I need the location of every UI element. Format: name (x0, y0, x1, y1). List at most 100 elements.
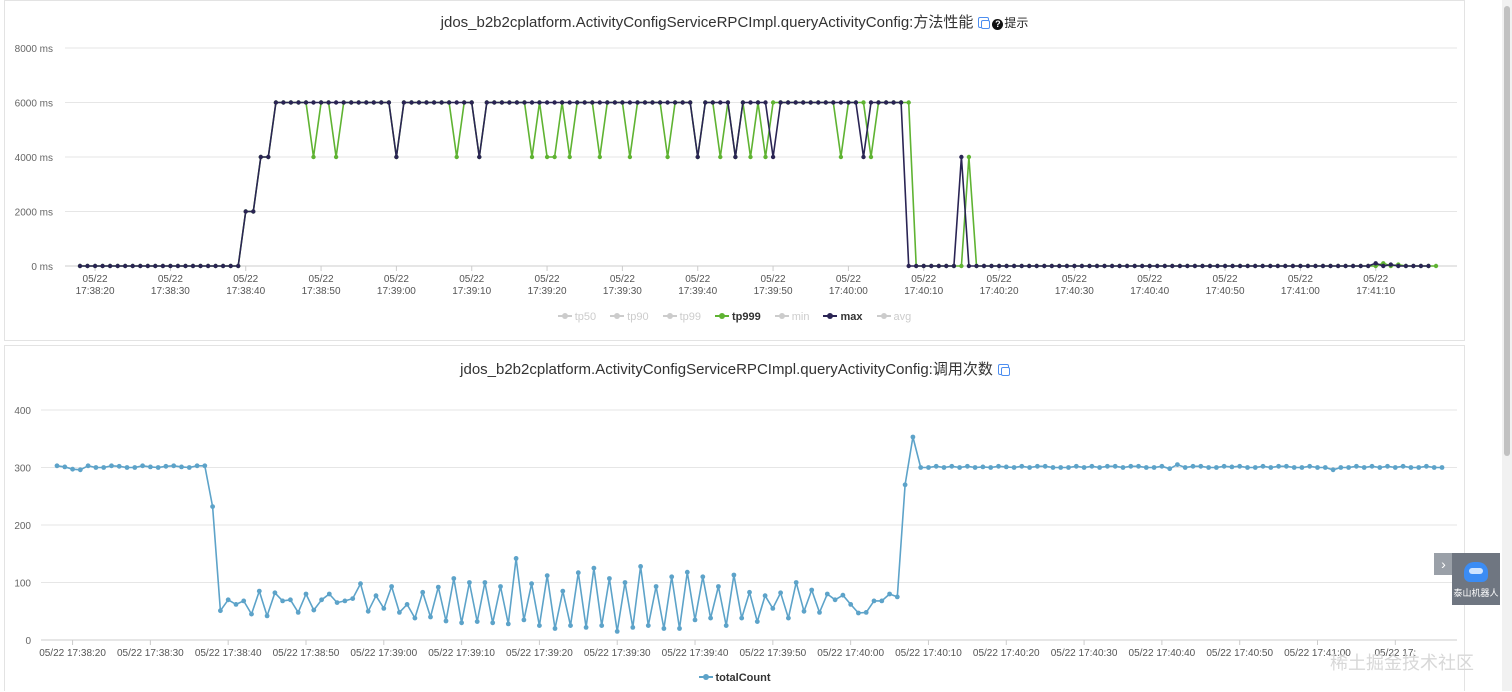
data-point-max (1313, 263, 1318, 269)
data-point-totalCount (521, 617, 527, 623)
x-tick-label: 05/22 17:38:20 (39, 648, 106, 659)
legend-item-totalCount[interactable]: totalCount (698, 672, 770, 684)
data-point-max (1320, 263, 1326, 269)
data-point-totalCount (1042, 463, 1048, 469)
data-point-totalCount (591, 565, 597, 571)
series-line-totalCount (56, 436, 1442, 633)
collapse-arrow-button[interactable]: › (1434, 553, 1453, 575)
data-point-tp999 (861, 100, 866, 105)
data-point-max (484, 100, 489, 105)
data-point-totalCount (218, 608, 223, 614)
data-point-totalCount (840, 592, 846, 598)
legend-item-max[interactable]: max (823, 311, 863, 323)
data-point-max (1268, 263, 1273, 269)
scrollbar-thumb[interactable] (1504, 6, 1510, 456)
data-point-max (575, 100, 580, 105)
data-point-totalCount (887, 591, 892, 597)
data-point-totalCount (163, 463, 169, 469)
legend-item-tp999[interactable]: tp999 (715, 311, 761, 323)
data-point-tp999 (552, 154, 557, 160)
data-point-max (1245, 263, 1250, 269)
x-tick-label: 05/22 17:38:50 (302, 274, 341, 297)
data-point-max (695, 154, 700, 160)
robot-assistant-button[interactable]: 泰山机器人 (1452, 553, 1500, 605)
legend-item-tp90[interactable]: tp90 (610, 311, 649, 323)
data-point-max (190, 263, 196, 269)
data-point-max (936, 263, 941, 269)
data-point-max (944, 263, 949, 269)
data-point-max (77, 263, 83, 269)
data-point-max (778, 100, 783, 105)
data-point-max (364, 100, 369, 105)
data-point-max (529, 100, 535, 105)
data-point-max (1094, 263, 1100, 269)
data-point-totalCount (638, 564, 643, 569)
data-point-max (356, 100, 361, 105)
y-tick-label: 400 (14, 406, 31, 417)
x-tick-label: 05/22 17:38:40 (195, 648, 262, 659)
data-point-totalCount (1315, 465, 1320, 470)
data-point-max (597, 100, 602, 105)
legend-item-tp50[interactable]: tp50 (557, 311, 596, 323)
data-point-totalCount (1400, 463, 1406, 469)
data-point-totalCount (1268, 465, 1274, 470)
data-point-max (838, 100, 844, 105)
watermark: 稀土掘金技术社区 (1330, 653, 1474, 673)
data-point-max (1222, 263, 1228, 269)
data-point-max (1350, 263, 1356, 269)
data-point-max (266, 154, 271, 160)
data-point-max (1381, 263, 1386, 269)
data-point-max (1283, 263, 1288, 269)
data-point-max (906, 263, 911, 269)
x-tick-label: 05/22 17:40:40 (1129, 648, 1196, 659)
data-point-max (1328, 263, 1333, 269)
data-point-tp999 (311, 154, 316, 160)
data-point-totalCount (342, 598, 348, 604)
data-point-totalCount (272, 590, 278, 596)
data-point-max (891, 100, 896, 105)
data-point-max (1358, 263, 1363, 269)
page-scrollbar[interactable] (1502, 0, 1512, 691)
data-point-max (718, 100, 723, 105)
data-point-totalCount (739, 615, 745, 621)
data-point-max (130, 263, 135, 269)
legend-item-min[interactable]: min (774, 311, 809, 323)
data-point-totalCount (295, 610, 301, 615)
data-point-max (281, 100, 286, 105)
data-point-max (1388, 262, 1394, 267)
data-point-totalCount (319, 597, 324, 603)
data-point-totalCount (529, 581, 534, 587)
legend-marker (610, 313, 625, 319)
data-point-totalCount (1307, 463, 1313, 469)
data-point-max (1102, 263, 1107, 269)
data-point-max (981, 263, 987, 269)
data-point-max (333, 100, 339, 105)
data-point-totalCount (70, 466, 75, 472)
data-point-totalCount (1416, 465, 1422, 470)
data-point-max (288, 100, 294, 105)
data-point-totalCount (1089, 463, 1095, 469)
data-point-totalCount (412, 615, 418, 621)
data-point-totalCount (1003, 464, 1009, 470)
data-point-max (1403, 263, 1409, 269)
data-point-totalCount (1097, 465, 1102, 470)
chart-legend: totalCount (5, 672, 1464, 684)
data-point-max (1253, 263, 1258, 269)
data-point-max (1207, 263, 1213, 269)
legend-item-tp99[interactable]: tp99 (662, 311, 701, 323)
data-point-max (1237, 263, 1243, 269)
data-point-totalCount (1322, 465, 1328, 470)
data-point-max (477, 154, 482, 160)
data-point-totalCount (194, 463, 200, 469)
data-point-totalCount (171, 463, 177, 469)
data-point-totalCount (957, 465, 962, 470)
legend-item-avg[interactable]: avg (876, 311, 911, 323)
data-point-max (318, 100, 324, 105)
data-point-max (1373, 261, 1378, 266)
x-tick-label: 05/22 17:40:20 (980, 274, 1019, 297)
data-point-totalCount (249, 611, 254, 617)
data-point-totalCount (793, 580, 799, 585)
data-point-max (996, 263, 1002, 269)
data-point-max (371, 100, 376, 105)
x-tick-label: 05/22 17:40:20 (973, 648, 1040, 659)
